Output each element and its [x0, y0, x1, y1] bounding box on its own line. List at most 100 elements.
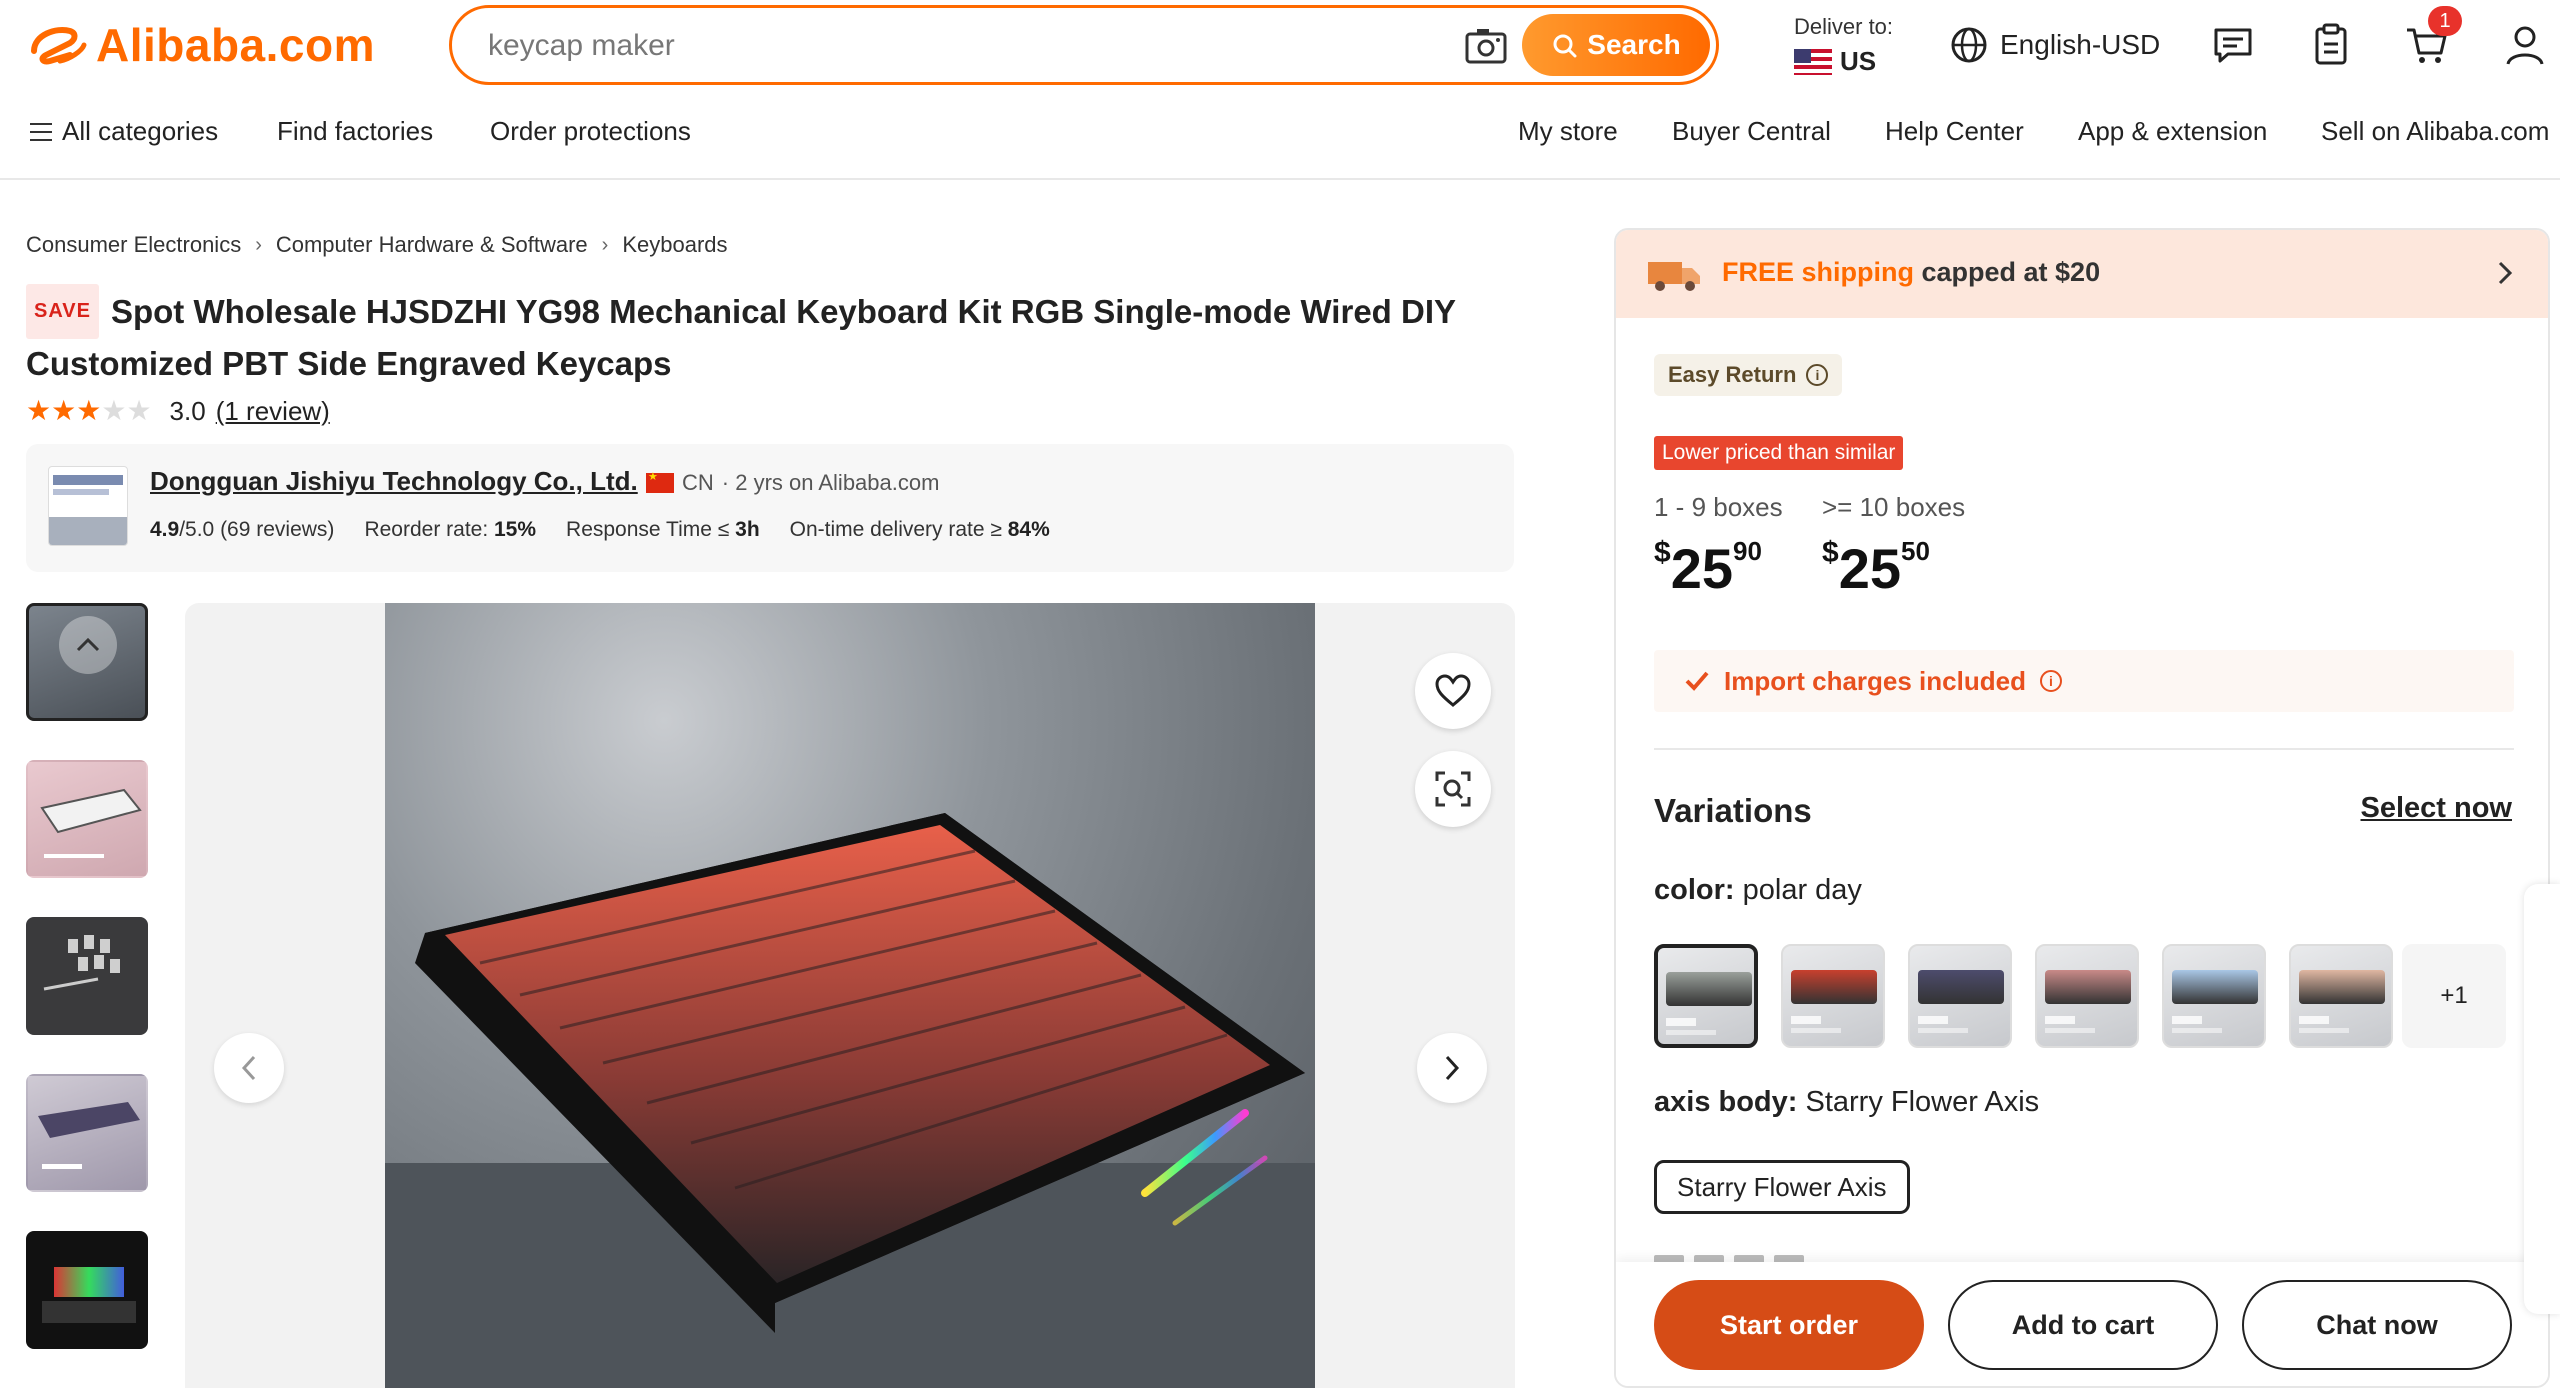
chevron-left-icon: [241, 1055, 256, 1081]
action-bar: Start order Add to cart Chat now: [1616, 1262, 2548, 1386]
color-swatch[interactable]: [1781, 944, 1885, 1048]
favorite-button[interactable]: [1415, 653, 1491, 729]
color-swatch[interactable]: [2035, 944, 2139, 1048]
shipping-text: FREE shipping capped at $20: [1722, 257, 2101, 287]
cn-flag-icon: [646, 470, 674, 493]
next-image-button[interactable]: [1417, 1033, 1487, 1103]
rating-score: 3.0: [169, 396, 206, 426]
price-tier-2: $2550: [1822, 536, 1930, 600]
keyboard-illustration: [385, 813, 1315, 1388]
price-tier-1: $2590: [1654, 536, 1762, 600]
language-label: English-USD: [2000, 29, 2161, 60]
account-icon[interactable]: [2502, 22, 2548, 68]
gallery-thumbnail[interactable]: [26, 603, 148, 721]
delivery-truck-icon: [1648, 262, 1700, 291]
gallery-thumbnail[interactable]: [26, 1231, 148, 1349]
language-selector[interactable]: English-USD: [1950, 26, 2160, 64]
chat-now-button[interactable]: Chat now: [2242, 1280, 2512, 1370]
supplier-years: · 2 yrs on Alibaba.com: [721, 470, 940, 495]
logo-wordmark: Alibaba.com: [96, 19, 376, 71]
alibaba-logo[interactable]: Alibaba.com: [26, 19, 376, 71]
globe-icon: [1951, 27, 1987, 63]
star-icon: ★: [126, 395, 152, 426]
gallery-thumbnail[interactable]: [26, 917, 148, 1035]
start-order-button[interactable]: Start order: [1654, 1280, 1924, 1370]
chevron-right-icon: [1445, 1055, 1460, 1081]
search-button-label: Search: [1587, 29, 1681, 60]
nav-find-factories[interactable]: Find factories: [277, 116, 433, 147]
price-tier-qty: 1 - 9 boxes: [1654, 492, 1783, 522]
checkmark-icon: [1685, 671, 1709, 691]
import-charges-banner[interactable]: Import charges included i: [1654, 650, 2514, 712]
product-photo: [385, 603, 1315, 1388]
purchase-panel: FREE shipping capped at $20 Easy Return …: [1614, 228, 2550, 1388]
rating-stars: ★★★★★: [26, 396, 152, 427]
visual-search-button[interactable]: [1415, 751, 1491, 827]
nav-sell-on-alibaba[interactable]: Sell on Alibaba.com: [2321, 116, 2549, 147]
search-input[interactable]: [488, 22, 1448, 70]
deliver-country-row: US: [1794, 46, 1893, 77]
color-swatch[interactable]: [2162, 944, 2266, 1048]
color-swatch[interactable]: [1654, 944, 1758, 1048]
product-rating: ★★★★★ 3.0 (1 review): [26, 396, 330, 427]
color-swatch[interactable]: [2289, 944, 2393, 1048]
breadcrumb-item[interactable]: Consumer Electronics: [26, 232, 241, 258]
search-button[interactable]: Search: [1522, 14, 1710, 76]
nav-all-categories[interactable]: All categories: [30, 116, 218, 147]
nav-label: All categories: [62, 116, 219, 146]
breadcrumb-item[interactable]: Computer Hardware & Software: [276, 232, 588, 258]
star-icon: ★: [101, 395, 127, 426]
nav-buyer-central[interactable]: Buyer Central: [1672, 116, 1831, 147]
info-icon: i: [2039, 670, 2062, 692]
save-badge: SAVE: [26, 284, 99, 339]
price-tier-qty: >= 10 boxes: [1822, 492, 1966, 522]
chevron-up-icon[interactable]: [59, 616, 117, 674]
add-to-cart-button[interactable]: Add to cart: [1948, 1280, 2218, 1370]
axis-option-chip[interactable]: Starry Flower Axis: [1654, 1160, 1910, 1214]
nav-my-store[interactable]: My store: [1518, 116, 1618, 147]
messages-icon[interactable]: [2210, 22, 2256, 68]
heart-icon: [1435, 674, 1471, 707]
gallery-thumbnail[interactable]: [26, 760, 148, 878]
nav-help-center[interactable]: Help Center: [1885, 116, 2024, 147]
deliver-label: Deliver to:: [1794, 14, 1894, 39]
star-icon: ★: [51, 395, 77, 426]
reviews-link[interactable]: (1 review): [216, 396, 330, 427]
more-colors-button[interactable]: +1: [2402, 944, 2506, 1048]
free-shipping-banner[interactable]: FREE shipping capped at $20: [1616, 230, 2548, 318]
breadcrumb-item[interactable]: Keyboards: [622, 232, 727, 258]
us-flag-icon: [1794, 48, 1832, 75]
import-charges-label: Import charges included: [1724, 665, 2026, 696]
alibaba-logo-icon: [31, 27, 87, 65]
nav-app-extension[interactable]: App & extension: [2078, 116, 2267, 147]
easy-return-badge[interactable]: Easy Return i: [1654, 354, 1843, 396]
main-product-image[interactable]: [185, 603, 1515, 1388]
menu-icon: [30, 123, 52, 141]
axis-body-label: axis body: Starry Flower Axis: [1654, 1086, 2040, 1118]
chevron-right-icon: ›: [601, 233, 609, 256]
supplier-logo[interactable]: [48, 466, 128, 546]
gallery-thumbnail[interactable]: [26, 1074, 148, 1192]
supplier-stats: 4.9/5.0 (69 reviews) Reorder rate: 15% R…: [150, 518, 1050, 542]
product-title: SAVE Spot Wholesale HJSDZHI YG98 Mechanic…: [26, 284, 1506, 388]
image-search-icon[interactable]: [1464, 26, 1508, 66]
color-swatch[interactable]: [1908, 944, 2012, 1048]
orders-icon[interactable]: [2308, 22, 2354, 68]
select-now-link[interactable]: Select now: [2361, 792, 2513, 825]
supplier-country: CN: [682, 470, 714, 495]
image-search-icon: [1435, 771, 1471, 807]
supplier-card: Dongguan Jishiyu Technology Co., Ltd. CN…: [26, 444, 1514, 572]
search-bar: Search: [449, 5, 1719, 85]
supplier-origin: CN · 2 yrs on Alibaba.com: [646, 470, 939, 496]
chevron-right-icon: [2498, 261, 2513, 285]
chevron-right-icon: ›: [255, 233, 262, 256]
info-icon: i: [1806, 364, 1829, 386]
deliver-to[interactable]: Deliver to: US: [1794, 14, 1893, 77]
easy-return-label: Easy Return: [1668, 362, 1797, 387]
nav-order-protections[interactable]: Order protections: [490, 116, 691, 147]
search-icon: [1553, 34, 1577, 58]
supplier-name-link[interactable]: Dongguan Jishiyu Technology Co., Ltd.: [150, 466, 638, 497]
supplier-reorder-rate: Reorder rate: 15%: [364, 518, 537, 541]
previous-image-button[interactable]: [214, 1033, 284, 1103]
floating-side-toolbar[interactable]: [2524, 884, 2560, 1314]
